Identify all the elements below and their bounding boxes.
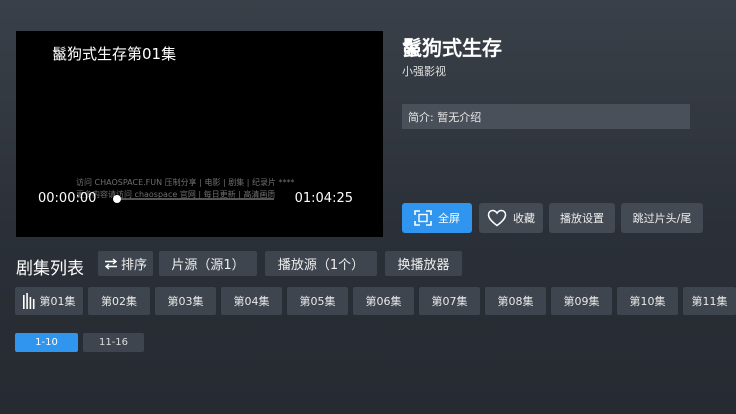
episode-item[interactable]: 第06集 (353, 287, 414, 315)
switch-player-button[interactable]: 换播放器 (385, 251, 462, 276)
skip-intro-outro-button[interactable]: 跳过片头/尾 (621, 203, 703, 233)
episode-label: 第01集 (39, 295, 76, 308)
current-time: 00:00:00 (38, 191, 97, 206)
favorite-label: 收藏 (513, 212, 535, 225)
episode-item[interactable]: 第04集 (221, 287, 282, 315)
episode-range-tab[interactable]: 1-10 (15, 333, 78, 352)
duration-time: 01:04:25 (294, 191, 353, 206)
show-source: 小强影视 (402, 65, 446, 78)
episode-item[interactable]: 第02集 (88, 287, 150, 315)
episode-item[interactable]: 第01集 (15, 287, 83, 315)
watermark-line: 访问 CHAOSPACE.FUN 压制分享 | 电影 | 剧集 | 纪录片 **… (76, 178, 295, 187)
source-selector[interactable]: 片源（源1） (159, 251, 257, 276)
progress-knob[interactable] (113, 195, 121, 203)
episode-item[interactable]: 第07集 (419, 287, 480, 315)
play-settings-button[interactable]: 播放设置 (549, 203, 615, 233)
episode-item[interactable]: 第11集 (683, 287, 736, 315)
episode-range-tab[interactable]: 11-16 (83, 333, 144, 352)
episode-list-title: 剧集列表 (16, 259, 84, 279)
fullscreen-button[interactable]: 全屏 (402, 203, 472, 233)
show-intro: 简介: 暂无介绍 (402, 104, 690, 129)
play-settings-label: 播放设置 (560, 212, 604, 225)
skip-label: 跳过片头/尾 (632, 212, 692, 225)
episode-item[interactable]: 第05集 (287, 287, 348, 315)
sort-label: 排序 (120, 258, 147, 273)
play-source-selector[interactable]: 播放源（1个） (265, 251, 377, 276)
sort-icon (104, 257, 118, 270)
progress-bar[interactable] (113, 195, 274, 203)
fullscreen-label: 全屏 (438, 212, 460, 225)
episode-item[interactable]: 第08集 (485, 287, 546, 315)
now-playing-icon (22, 293, 35, 309)
episode-item[interactable]: 第03集 (155, 287, 216, 315)
show-title: 鬣狗式生存 (402, 36, 502, 60)
video-player[interactable]: 鬣狗式生存第01集 访问 CHAOSPACE.FUN 压制分享 | 电影 | 剧… (16, 31, 383, 237)
episode-item[interactable]: 第10集 (617, 287, 678, 315)
fullscreen-icon (414, 210, 432, 226)
sort-button[interactable]: 排序 (98, 251, 153, 276)
episode-item[interactable]: 第09集 (551, 287, 612, 315)
video-overlay-title: 鬣狗式生存第01集 (52, 45, 177, 63)
favorite-button[interactable]: 收藏 (479, 203, 543, 233)
heart-icon (487, 209, 507, 227)
